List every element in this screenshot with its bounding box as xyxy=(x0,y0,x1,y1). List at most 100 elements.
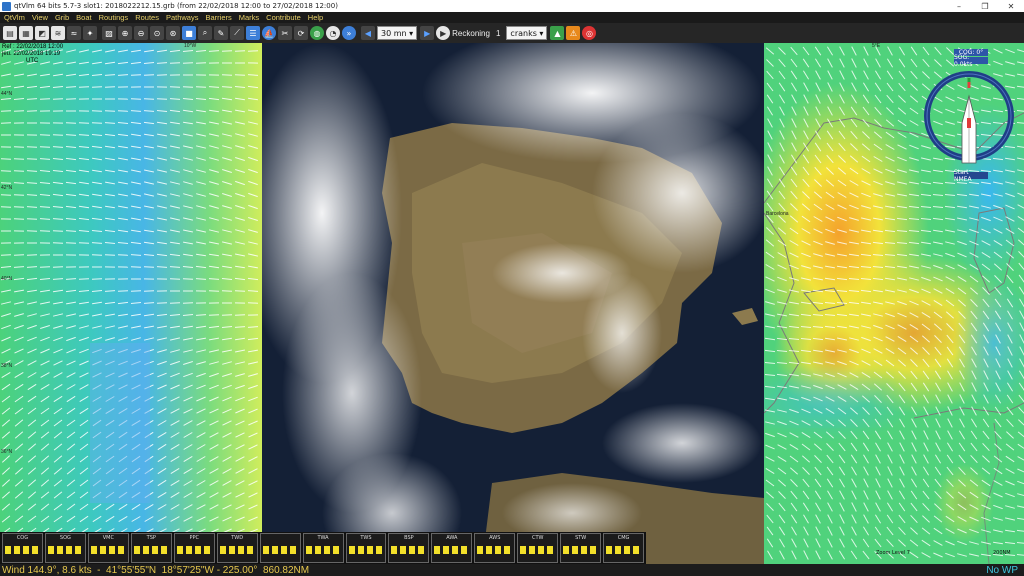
map-tool-icon[interactable]: ▨ xyxy=(102,26,116,40)
wind-icon[interactable]: ≋ xyxy=(51,26,65,40)
wind-barb xyxy=(53,443,63,451)
list-icon[interactable]: ☰ xyxy=(246,26,260,40)
wind-barb xyxy=(183,253,193,257)
wind-barb xyxy=(209,145,219,149)
wind-barb xyxy=(157,491,167,499)
wind-barb xyxy=(131,169,141,173)
wind-barb xyxy=(27,73,37,77)
time-step-value: 30 mn xyxy=(381,28,407,38)
wind-barb xyxy=(183,349,193,353)
wind-barb xyxy=(118,515,128,523)
pencil-icon[interactable]: ✎ xyxy=(214,26,228,40)
wind-barb xyxy=(53,348,63,354)
search-icon[interactable]: ⌕ xyxy=(198,26,212,40)
zoom-out-icon[interactable]: ⊖ xyxy=(134,26,148,40)
menu-grib[interactable]: Grib xyxy=(55,13,69,22)
wind-barb xyxy=(78,86,90,88)
grib-settings-icon[interactable]: ▦ xyxy=(19,26,33,40)
warning-icon[interactable]: ⚠ xyxy=(566,26,581,40)
wind-barb xyxy=(143,337,155,341)
wind-barb xyxy=(78,278,90,280)
ref-time: Ref : 22/02/2018 12:00 xyxy=(2,44,64,50)
wind-barb xyxy=(52,146,64,148)
gauge-label: AWA xyxy=(446,535,458,541)
menu-boat[interactable]: Boat xyxy=(76,13,91,22)
forward-icon[interactable]: » xyxy=(342,26,356,40)
instrument-panel: COG SOG VMC TSP PPC TWD TWA TWS BSP AWA … xyxy=(0,532,646,564)
boat-icon[interactable]: ⛵ xyxy=(262,26,276,40)
menu-routings[interactable]: Routings xyxy=(99,13,129,22)
wind-barb xyxy=(131,217,141,221)
wind-barb xyxy=(157,360,167,366)
wind-barb xyxy=(26,266,38,268)
polar-icon[interactable]: ◩ xyxy=(35,26,49,40)
wind-barb xyxy=(79,455,89,463)
wind-barb xyxy=(156,193,168,197)
menu-routes[interactable]: Routes xyxy=(135,13,159,22)
wind-barb xyxy=(79,515,89,523)
zoom-in-icon[interactable]: ⊕ xyxy=(118,26,132,40)
step-forward-icon[interactable]: ▶ xyxy=(420,26,435,40)
reference-time-box: Ref : 22/02/2018 12:00 jeu. 22/02/2018 1… xyxy=(2,44,63,65)
wind-barb xyxy=(14,336,24,342)
wind-barb xyxy=(169,181,181,185)
wind-barb xyxy=(79,181,89,185)
menu-marks[interactable]: Marks xyxy=(239,13,259,22)
tide-icon[interactable]: ≈ xyxy=(67,26,81,40)
compass-tool-icon[interactable]: ✦ xyxy=(83,26,97,40)
menu-contribute[interactable]: Contribute xyxy=(266,13,301,22)
wind-barb xyxy=(65,49,77,53)
map-view[interactable]: Ref : 22/02/2018 12:00 jeu. 22/02/2018 1… xyxy=(0,43,1024,564)
refresh-icon[interactable]: ⟳ xyxy=(294,26,308,40)
wind-barb xyxy=(196,193,206,197)
wind-barb xyxy=(170,479,180,487)
lifebuoy-icon[interactable]: ◎ xyxy=(582,26,597,40)
wind-barb xyxy=(209,432,219,438)
wind-barb xyxy=(248,217,258,221)
menu-pathways[interactable]: Pathways xyxy=(166,13,199,22)
wind-barb xyxy=(222,169,232,173)
menu-help[interactable]: Help xyxy=(308,13,323,22)
minimize-button[interactable]: – xyxy=(946,0,972,12)
wind-barb xyxy=(196,121,206,125)
time-step-select[interactable]: 30 mn ▾ xyxy=(377,26,418,40)
wind-barb xyxy=(66,431,76,439)
start-nmea-button[interactable]: Start NMEA xyxy=(954,169,988,183)
ais-icon[interactable]: ▲ xyxy=(550,26,565,40)
step-back-icon[interactable]: ◀ xyxy=(361,26,375,40)
zoom-fit-icon[interactable]: ⊙ xyxy=(150,26,164,40)
zoom-area-icon[interactable]: ⊛ xyxy=(166,26,180,40)
wind-barb xyxy=(78,242,90,244)
boat-compass[interactable]: N xyxy=(921,48,1017,183)
wind-barb xyxy=(248,168,258,174)
wind-barb xyxy=(208,133,220,137)
menu-qtvlm[interactable]: QtVlm xyxy=(4,13,25,22)
open-grib-icon[interactable]: ▤ xyxy=(3,26,17,40)
wind-barb xyxy=(248,97,258,101)
wind-barb xyxy=(130,61,142,65)
wind-barb xyxy=(118,205,128,209)
wind-barb xyxy=(52,170,64,172)
play-icon[interactable]: ▶ xyxy=(436,26,451,40)
cranks-select[interactable]: cranks ▾ xyxy=(506,26,548,40)
wind-barb xyxy=(105,157,115,161)
wind-barb xyxy=(248,492,258,498)
menu-view[interactable]: View xyxy=(32,13,48,22)
select-zone-icon[interactable]: ■ xyxy=(182,26,196,40)
crank-count[interactable]: 1 xyxy=(496,29,500,38)
clock-icon[interactable]: ◔ xyxy=(326,26,340,40)
maximize-button[interactable]: ❐ xyxy=(972,0,998,12)
globe-icon[interactable]: ◍ xyxy=(310,26,324,40)
menu-barriers[interactable]: Barriers xyxy=(205,13,231,22)
qtvlm-window: qtVlm 64 bits 5.7-3 slot1: 2018022212.15… xyxy=(0,0,1024,576)
scissors-icon[interactable]: ✂ xyxy=(278,26,292,40)
measure-icon[interactable]: ⟋ xyxy=(230,26,244,40)
wind-barb xyxy=(235,157,245,161)
wind-barb xyxy=(157,431,167,439)
wind-barb xyxy=(248,373,258,377)
gauge-label: TWD xyxy=(231,535,244,541)
wind-barb xyxy=(26,194,38,196)
wind-barb xyxy=(91,122,103,124)
wind-barb xyxy=(131,193,141,197)
close-button[interactable]: ✕ xyxy=(998,0,1024,12)
